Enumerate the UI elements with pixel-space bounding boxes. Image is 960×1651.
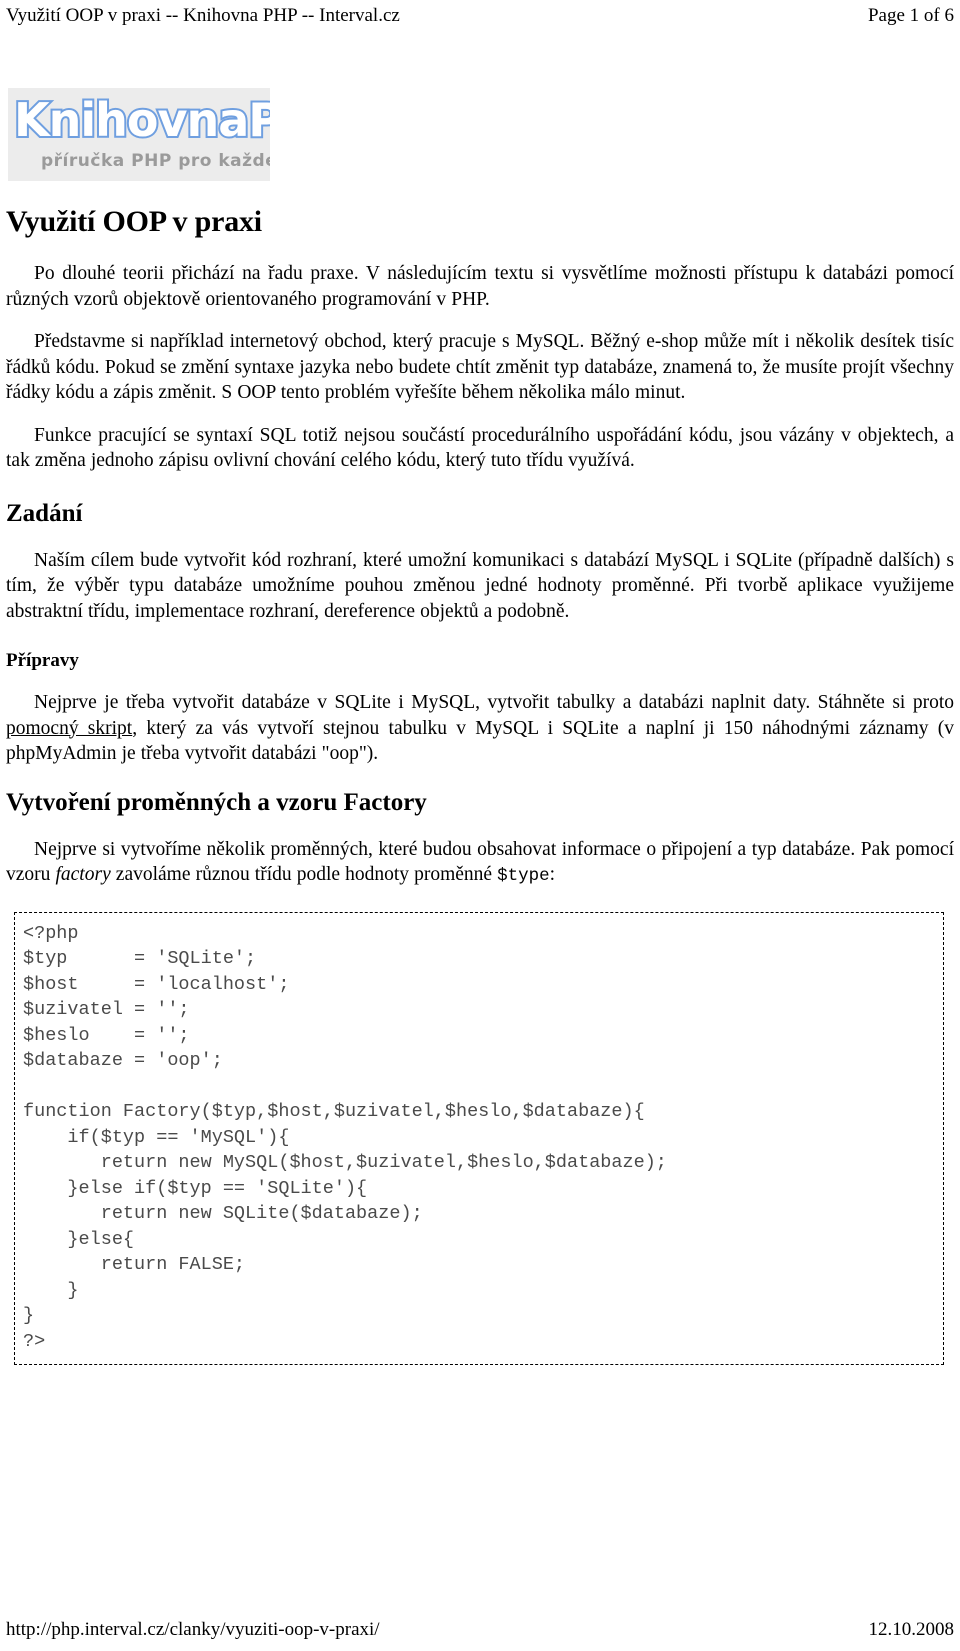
logo-tagline: příručka PHP pro každého <box>41 151 270 171</box>
intro-paragraph-3: Funkce pracující se syntaxí SQL totiž ne… <box>6 424 954 472</box>
page-title: Využití OOP v praxi <box>6 205 262 238</box>
pripravy-text-after-link: , který za vás vytvoří stejnou tabulku v… <box>6 717 954 765</box>
page-footer: http://php.interval.cz/clanky/vyuziti-oo… <box>0 1618 960 1641</box>
factory-text-part-2: zavoláme různou třídu podle hodnoty prom… <box>110 864 498 885</box>
php-code-block: <?php $typ = 'SQLite'; $host = 'localhos… <box>14 911 944 1365</box>
page-number-indicator: Page 1 of 6 <box>867 5 954 26</box>
intro-paragraph-2: Představme si například internetový obch… <box>6 331 954 403</box>
knihovnaphp-logo: KnihovnaPHP příručka PHP pro každého <box>8 88 270 181</box>
intro-paragraph-1: Po dlouhé teorii přichází na řadu praxe.… <box>6 263 954 310</box>
factory-keyword-italic: factory <box>55 864 111 885</box>
footer-date: 12.10.2008 <box>868 1619 955 1640</box>
type-variable-code: $type <box>497 866 550 886</box>
logo-wordmark: KnihovnaPHP <box>12 92 270 148</box>
section-heading-pripravy: Přípravy <box>6 650 79 671</box>
section-paragraph-factory: Nejprve si vytvoříme několik proměnných,… <box>6 837 954 890</box>
footer-source-url: http://php.interval.cz/clanky/vyuziti-oo… <box>6 1619 380 1640</box>
section-paragraph-zadani: Naším cílem bude vytvořit kód rozhraní, … <box>6 549 954 622</box>
pomocny-skript-link[interactable]: pomocný skript <box>6 718 132 739</box>
section-paragraph-pripravy: Nejprve je třeba vytvořit databáze v SQL… <box>6 690 954 767</box>
section-heading-factory: Vytvoření proměnných a vzoru Factory <box>6 788 427 816</box>
pripravy-text-before-link: Nejprve je třeba vytvořit databáze v SQL… <box>34 692 954 713</box>
php-code-sample: <?php $typ = 'SQLite'; $host = 'localhos… <box>23 922 667 1352</box>
factory-text-part-3: : <box>549 864 556 885</box>
page-header-title: Využití OOP v praxi -- Knihovna PHP -- I… <box>6 5 400 26</box>
section-heading-zadani: Zadání <box>6 499 83 527</box>
article-body: Využití OOP v praxi Po dlouhé teorii při… <box>6 205 954 1365</box>
page-header: Využití OOP v praxi -- Knihovna PHP -- I… <box>0 4 960 30</box>
